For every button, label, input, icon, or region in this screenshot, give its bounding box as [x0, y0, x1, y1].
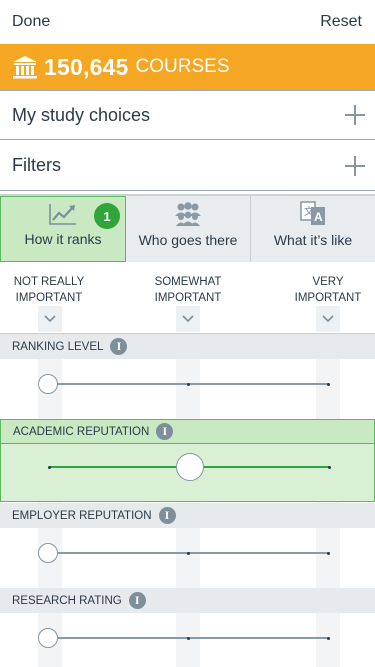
- course-count: 150,645: [44, 53, 129, 80]
- importance-slider[interactable]: [0, 613, 375, 667]
- slider-tick: [327, 382, 330, 386]
- importance-slider[interactable]: [0, 359, 375, 417]
- slider-tick: [187, 551, 190, 555]
- tab-label: Who goes there: [138, 232, 238, 248]
- section-header: Research rating i: [0, 588, 375, 613]
- done-button[interactable]: Done: [12, 13, 50, 31]
- importance-slider[interactable]: [0, 528, 375, 586]
- slider-tick: [187, 382, 190, 386]
- study-choices-row[interactable]: My study choices: [0, 90, 375, 140]
- info-icon[interactable]: i: [110, 338, 128, 355]
- study-choices-label: My study choices: [12, 104, 151, 125]
- filters-label: Filters: [12, 155, 61, 175]
- importance-scale-header: Not really important Somewhat important …: [0, 262, 375, 334]
- slider-tick: [327, 551, 330, 555]
- slider-knob[interactable]: [38, 543, 58, 563]
- line-chart-icon: [49, 204, 76, 225]
- plus-icon[interactable]: [345, 105, 365, 125]
- tab-who-goes-there[interactable]: Who goes there: [126, 196, 251, 262]
- slider-tick: [48, 465, 51, 469]
- section-header: Employer reputation i: [0, 503, 375, 528]
- slider-tick: [328, 465, 331, 469]
- section-label: Research rating: [12, 594, 122, 607]
- section-header: Academic reputation i: [0, 419, 375, 444]
- slider-knob[interactable]: [38, 374, 58, 394]
- filters-row[interactable]: Filters: [0, 141, 375, 191]
- svg-text:A: A: [314, 210, 323, 224]
- top-bar: Done Reset: [0, 0, 375, 44]
- importance-slider[interactable]: [0, 444, 375, 502]
- info-icon[interactable]: i: [128, 592, 146, 609]
- slider-knob[interactable]: [175, 453, 204, 481]
- course-count-unit: COURSES: [135, 56, 230, 77]
- people-icon: [175, 202, 201, 226]
- translate-icon: 文 A: [300, 201, 325, 225]
- chevron-down-icon: [38, 306, 62, 332]
- scale-mid-label: Somewhat important: [154, 276, 222, 304]
- tab-what-its-like[interactable]: 文 A What it’s like: [251, 196, 375, 262]
- scale-high-label: Very important: [294, 276, 362, 304]
- slider-knob[interactable]: [38, 628, 58, 648]
- tab-label: How it ranks: [24, 231, 102, 247]
- tab-label: What it’s like: [273, 232, 353, 248]
- slider-tick: [327, 636, 330, 640]
- scale-low-label: Not really important: [13, 276, 85, 304]
- section-header: Ranking level i: [0, 334, 375, 359]
- reset-button[interactable]: Reset: [320, 13, 362, 31]
- tab-bar: How it ranks 1 Who goes there 文 A What i…: [0, 194, 375, 262]
- tab-count-badge: 1: [94, 203, 120, 229]
- building-icon: [13, 56, 37, 79]
- slider-tick: [187, 636, 190, 640]
- plus-icon[interactable]: [345, 155, 365, 176]
- section-label: Academic reputation: [13, 425, 150, 438]
- info-icon[interactable]: i: [156, 423, 174, 440]
- tab-how-it-ranks[interactable]: How it ranks 1: [0, 196, 126, 262]
- section-label: Ranking level: [12, 340, 104, 353]
- chevron-down-icon: [176, 306, 200, 332]
- section-label: Employer reputation: [12, 509, 152, 522]
- course-count-banner: 150,645 COURSES: [0, 44, 375, 90]
- info-icon[interactable]: i: [158, 507, 176, 524]
- chevron-down-icon: [316, 306, 340, 332]
